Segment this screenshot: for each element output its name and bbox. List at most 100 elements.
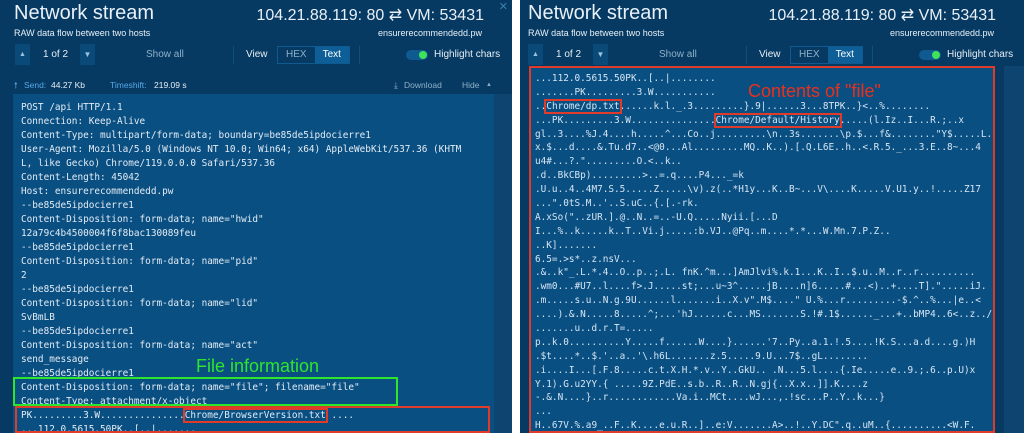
panel-subtitle: RAW data flow between two hosts [528, 28, 665, 38]
scrollbar[interactable] [494, 94, 512, 433]
text-view-tab[interactable]: Text [314, 47, 349, 63]
highlighted-filename: Chrome/dp.txt [544, 98, 622, 114]
timeshift-label: Timeshift: [110, 80, 147, 90]
toolbar: ▲ 1 of 2 ▼ Show all View HEX Text Highli… [0, 44, 512, 66]
file-contents-highlight [15, 406, 490, 433]
text-segment: Y.1).G.u2YY.{ .....9Z.PdE..s.b..R..R..N.… [535, 378, 869, 390]
hide-button[interactable]: Hide [462, 80, 479, 90]
highlight-chars-toggle[interactable] [406, 50, 428, 60]
text-segment: ..K]....... [535, 239, 598, 251]
stream-line: Connection: Keep-Alive [21, 116, 146, 127]
text-segment: x.$...d....&.Tu.d7..<@0...Al.........MQ.… [535, 142, 981, 154]
send-label: Send: [24, 80, 47, 90]
file-content-line: u4#...?.".........O.<..k.. [535, 155, 993, 169]
next-stream-button[interactable]: ▼ [80, 44, 95, 65]
hex-view-tab[interactable]: HEX [791, 47, 828, 63]
next-stream-button[interactable]: ▼ [593, 44, 608, 65]
network-stream-panel-right: Network stream RAW data flow between two… [520, 0, 1024, 433]
panel-subtitle: RAW data flow between two hosts [14, 28, 151, 38]
upload-arrow-icon: 🠕 [14, 80, 18, 90]
stream-line: --be85de5ipdocierre1 [21, 200, 134, 211]
file-content-line: x.$...d....&.Tu.d7..<@0...Al.........MQ.… [535, 141, 993, 155]
highlighted-filename: Chrome/Default/History [713, 112, 842, 128]
stream-line: Content-Disposition: form-data; name="hw… [21, 214, 264, 225]
file-content-line: .U.u..4..4M7.S.5.....Z.....\v).z(..*H1y.… [535, 183, 993, 197]
file-content-line: gl..3....%J.4....h.....^...Co..j........… [535, 128, 993, 142]
file-content-line: ... [535, 405, 993, 419]
text-segment: .. [535, 100, 547, 112]
connection-info: 104.21.88.119: 80 ⇄ VM: 53431 [768, 7, 997, 24]
stream-line: SvBmLB [21, 312, 55, 323]
stream-line: Content-Type: multipart/form-data; bound… [21, 130, 371, 141]
text-segment: ... [535, 406, 552, 418]
text-segment: ...PK.........3.W............... [535, 114, 716, 126]
previous-stream-button[interactable]: ▲ [528, 44, 543, 65]
file-content-line: .$t....*..$.'..a..'\.h6L.......z.5.....9… [535, 350, 993, 364]
panel-title: Network stream [528, 2, 669, 24]
text-segment: gl..3....%J.4....h.....^...Co..j........… [535, 128, 993, 140]
panel-title: Network stream [14, 2, 155, 24]
file-contents-text: ...112.0.5615.50PK..[..|........ .......P… [529, 66, 995, 433]
stream-line: L, like Gecko) Chrome/119.0.0.0 Safari/5… [21, 158, 275, 169]
text-view-tab[interactable]: Text [827, 47, 862, 63]
previous-stream-button[interactable]: ▲ [15, 44, 30, 65]
file-information-annotation: File information [196, 356, 320, 376]
host-name: ensurerecommendedd.pw [889, 28, 994, 38]
file-content-line: ..K]....... [535, 239, 993, 253]
text-segment: .i....I...[.F.8.....c.t.X.H.*.v..Y..GkU.… [535, 364, 976, 376]
show-all-button[interactable]: Show all [659, 44, 697, 65]
text-segment: .$t....*..$.'..a..'\.h6L.......z.5.....9… [535, 350, 869, 362]
file-content-line: I...%..k.....k..T..Vi.j.....:b.VJ..@Pq..… [535, 225, 993, 239]
file-content-line: .&..k"_.L.*.4..O..p..;.L. fnK.^m...]AmJl… [535, 266, 993, 280]
stream-line: 12a79c4b4500004f6f8bac130089feu [21, 228, 196, 239]
show-all-button[interactable]: Show all [146, 44, 184, 65]
view-label: View [759, 49, 781, 60]
send-value: 44.27 Kb [51, 80, 86, 90]
text-segment: H..67V.%.a9_..F..K....e.u.R..]..e:V.....… [535, 420, 976, 432]
download-button[interactable]: Download [404, 80, 442, 90]
stream-line: Host: ensurerecommendedd.pw [21, 186, 174, 197]
text-segment: .&..k"_.L.*.4..O..p..;.L. fnK.^m...]AmJl… [535, 267, 976, 279]
text-segment: u4#...?.".........O.<..k.. [535, 156, 682, 168]
hex-view-tab[interactable]: HEX [278, 47, 315, 63]
page-indicator: 1 of 2 [556, 49, 582, 60]
text-segment: I...%..k.....k..T..Vi.j.....:b.VJ..@Pq..… [535, 225, 891, 237]
file-content-line: .wm0...#U7..l....f>.J.....st;...u~3^....… [535, 280, 993, 294]
stream-line: Content-Length: 45042 [21, 172, 140, 183]
file-content-line: ...PK.........3.W...............Chrome/D… [535, 112, 993, 128]
file-content-line: A.xSo("..zUR.].@..N..=..-U.Q.....Nyii.[.… [535, 211, 993, 225]
stream-line: 2 [21, 270, 27, 281]
text-segment: ......k.l._.3.........}.9|......3...8TPK… [619, 100, 931, 112]
text-segment: 6.5=.>s*..z.nsV... [535, 253, 637, 265]
scrollbar[interactable] [1004, 66, 1024, 433]
text-segment: .d..BkCBp).........>..=.q....P4..._=k [535, 170, 744, 182]
stream-line: Content-Disposition: form-data; name="ac… [21, 340, 259, 351]
host-name: ensurerecommendedd.pw [377, 28, 482, 38]
stream-line: Content-Disposition: form-data; name="pi… [21, 256, 259, 267]
text-segment: .......u..d.r.T=..... [535, 323, 654, 335]
text-segment: .U.u..4..4M7.S.5.....Z.....\v).z(..*H1y.… [535, 184, 981, 196]
timeshift-value: 219.09 s [154, 80, 187, 90]
stream-line: POST /api HTTP/1.1 [21, 102, 123, 113]
stream-line: --be85de5ipdocierre1 [21, 284, 134, 295]
file-content-line: p..k.0..........Y.....f......W....}.....… [535, 336, 993, 350]
file-content-line: .d..BkCBp).........>..=.q....P4..._=k [535, 169, 993, 183]
file-contents-annotation: Contents of "file" [748, 81, 881, 101]
text-segment: .....(l.Iz..I...R.;..x [839, 114, 964, 126]
text-segment: .......PK.........3.W........... [535, 86, 716, 98]
file-content-line: Y.1).G.u2YY.{ .....9Z.PdE..s.b..R..R..N.… [535, 378, 993, 392]
collapse-icon[interactable]: ▲ [486, 82, 492, 88]
text-segment: ...".0tS.M..'..S.uC..{.[.-rk. [535, 198, 699, 210]
highlight-chars-toggle[interactable] [919, 50, 941, 60]
file-content-line: .......u..d.r.T=..... [535, 322, 993, 336]
file-content-line: ...".0tS.M..'..S.uC..{.[.-rk. [535, 197, 993, 211]
page-indicator: 1 of 2 [43, 49, 69, 60]
text-segment: -.&.N....}..r............Va.i..MCt....wJ… [535, 392, 885, 404]
network-stream-panel-left: Network stream RAW data flow between two… [0, 0, 512, 433]
file-content-line: -.&.N....}..r............Va.i..MCt....wJ… [535, 391, 993, 405]
text-segment: ...112.0.5615.50PK..[..|........ [535, 73, 716, 84]
stream-line: User-Agent: Mozilla/5.0 (Windows NT 10.0… [21, 144, 462, 155]
download-icon[interactable]: ⤓ [394, 80, 398, 91]
close-icon[interactable]: ✕ [499, 0, 508, 13]
file-content-line: .i....I...[.F.8.....c.t.X.H.*.v..Y..GkU.… [535, 364, 993, 378]
